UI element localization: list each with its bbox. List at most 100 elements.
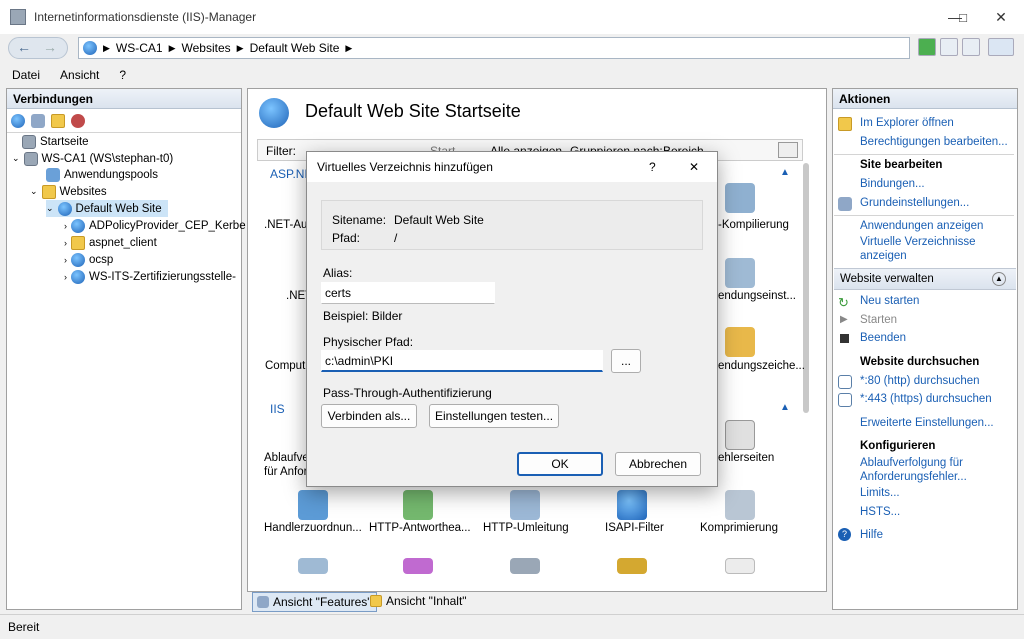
tree-item-aspnet-client[interactable]: › aspnet_client [64, 234, 157, 251]
back-forward-buttons[interactable]: ← → [8, 37, 68, 59]
feature-compression[interactable]: Komprimierung [700, 522, 778, 534]
dialog-close-button[interactable]: ✕ [689, 152, 699, 182]
home-icon[interactable] [962, 38, 980, 56]
feature-icon-partial[interactable] [510, 558, 540, 574]
menu-ansicht[interactable]: Ansicht [60, 68, 99, 82]
manage-site-header[interactable]: Website verwalten ▲ [834, 268, 1016, 290]
tree-item-server[interactable]: ⌄ WS-CA1 (WS\stephan-t0) [12, 150, 173, 167]
address-bar[interactable]: ▶ WS-CA1 ▶ Websites ▶ Default Web Site ▶ [78, 37, 910, 59]
action-basic-settings[interactable]: Grundeinstellungen... [860, 197, 969, 209]
feature-tracing[interactable]: Ablaufve [264, 452, 309, 464]
action-browse-80[interactable]: *:80 (http) durchsuchen [860, 375, 980, 387]
action-start[interactable]: Starten [860, 314, 897, 326]
ok-button[interactable]: OK [517, 452, 603, 476]
action-view-vdirs[interactable]: Virtuelle Verzeichnisse [860, 236, 976, 248]
action-restart[interactable]: Neu starten [860, 295, 919, 307]
connect-icon[interactable] [11, 113, 25, 128]
collapse-aspnet-icon[interactable]: ▲ [780, 167, 790, 178]
chevron-down-icon[interactable]: ⌄ [46, 203, 54, 214]
feature-compilation[interactable]: -Kompilierung [718, 219, 789, 231]
browse-path-button[interactable]: ... [611, 349, 641, 373]
action-hsts[interactable]: HSTS... [860, 506, 900, 518]
action-stop[interactable]: Beenden [860, 332, 906, 344]
tree-item-ocsp[interactable]: › ocsp [64, 251, 113, 268]
forward-arrow-icon[interactable]: → [43, 39, 57, 55]
compression-icon[interactable] [725, 490, 755, 520]
feature-handler-mappings[interactable]: Handlerzuordnun... [264, 522, 362, 534]
feature-net-auth[interactable]: .NET-Au [264, 219, 307, 231]
tree-item-startseite[interactable]: Startseite [22, 133, 89, 150]
chevron-right-icon[interactable]: › [64, 238, 67, 248]
action-failed-request-tracing[interactable]: Ablaufverfolgung für [860, 457, 963, 469]
tree-item-its-ca[interactable]: › WS-ITS-Zertifizierungsstelle- [64, 268, 240, 285]
chevron-right-icon[interactable]: ▶ [237, 43, 244, 54]
chevron-right-icon[interactable]: › [64, 221, 67, 231]
view-content-tab[interactable]: Ansicht "Inhalt" [370, 594, 467, 608]
feature-http-redirect[interactable]: HTTP-Umleitung [483, 522, 569, 534]
disconnect-icon[interactable] [71, 113, 85, 128]
error-pages-icon[interactable] [725, 420, 755, 450]
tree-item-default-web-site[interactable]: ⌄ Default Web Site [46, 200, 168, 217]
chevron-down-icon[interactable]: ⌄ [30, 186, 38, 197]
http-redirect-icon[interactable] [510, 490, 540, 520]
feature-connection-strings[interactable]: endungszeiche... [718, 360, 805, 372]
feature-app-settings[interactable]: endungseinst... [718, 290, 796, 302]
view-mode-icon[interactable] [778, 142, 798, 158]
feature-icon-partial[interactable] [617, 558, 647, 574]
chevron-right-icon[interactable]: › [64, 272, 67, 282]
feature-error-pages[interactable]: ehlerseiten [718, 452, 774, 464]
maximize-icon[interactable]: □ [940, 0, 986, 34]
back-arrow-icon[interactable]: ← [17, 39, 31, 55]
scrollbar[interactable] [803, 163, 809, 413]
http-headers-icon[interactable] [403, 490, 433, 520]
feature-isapi-filter[interactable]: ISAPI-Filter [605, 522, 664, 534]
crumb-site[interactable]: Default Web Site [250, 41, 340, 55]
collapse-icon[interactable]: ▲ [992, 272, 1006, 286]
app-settings-icon[interactable] [725, 258, 755, 288]
feature-tracing-2[interactable]: für Anfor [264, 466, 307, 478]
tree-item-websites[interactable]: ⌄ Websites [30, 183, 107, 200]
feature-icon-partial[interactable] [725, 558, 755, 574]
chevron-right-icon[interactable]: ▶ [103, 43, 110, 54]
action-failed-request-tracing-2[interactable]: Anforderungsfehler... [860, 471, 967, 483]
crumb-websites[interactable]: Websites [182, 41, 231, 55]
menu-help[interactable]: ? [119, 68, 126, 82]
chevron-down-icon[interactable]: ⌄ [12, 153, 20, 164]
refresh-icon[interactable] [918, 38, 936, 56]
action-view-apps[interactable]: Anwendungen anzeigen [860, 220, 983, 232]
crumb-server[interactable]: WS-CA1 [116, 41, 163, 55]
action-browse-443[interactable]: *:443 (https) durchsuchen [860, 393, 992, 405]
isapi-filter-icon[interactable] [617, 490, 647, 520]
tree-item-adpolicy[interactable]: › ADPolicyProvider_CEP_Kerbe [64, 217, 246, 234]
feature-icon-partial[interactable] [403, 558, 433, 574]
compilation-icon[interactable] [725, 183, 755, 213]
action-open-explorer[interactable]: Im Explorer öffnen [860, 117, 954, 129]
cancel-button[interactable]: Abbrechen [615, 452, 701, 476]
chevron-right-icon[interactable]: ▶ [345, 43, 352, 54]
action-view-vdirs-2[interactable]: anzeigen [860, 250, 907, 262]
action-bindings[interactable]: Bindungen... [860, 178, 925, 190]
collapse-iis-icon[interactable]: ▲ [780, 402, 790, 413]
action-limits[interactable]: Limits... [860, 487, 900, 499]
alias-input[interactable]: certs [321, 282, 495, 304]
feature-computer[interactable]: Comput [265, 360, 305, 372]
stop-icon[interactable] [940, 38, 958, 56]
connect-as-button[interactable]: Verbinden als... [321, 404, 417, 428]
feature-http-headers[interactable]: HTTP-Antworthea... [369, 522, 471, 534]
chevron-right-icon[interactable]: › [64, 255, 67, 265]
action-advanced-settings[interactable]: Erweiterte Einstellungen... [860, 417, 994, 429]
help-menu-icon[interactable] [988, 38, 1014, 56]
feature-icon-partial[interactable] [298, 558, 328, 574]
action-edit-permissions[interactable]: Berechtigungen bearbeiten... [860, 136, 1008, 148]
action-help[interactable]: Hilfe [860, 529, 883, 541]
up-folder-icon[interactable] [51, 113, 65, 128]
test-settings-button[interactable]: Einstellungen testen... [429, 404, 559, 428]
dialog-help-button[interactable]: ? [649, 152, 656, 182]
chevron-right-icon[interactable]: ▶ [169, 43, 176, 54]
save-icon[interactable] [31, 113, 45, 128]
view-features-tab[interactable]: Ansicht "Features" [252, 592, 377, 612]
menu-datei[interactable]: Datei [12, 68, 40, 82]
physical-path-input[interactable]: c:\admin\PKI [321, 350, 603, 372]
tree-item-apppools[interactable]: Anwendungspools [46, 166, 158, 183]
connection-strings-icon[interactable] [725, 327, 755, 357]
